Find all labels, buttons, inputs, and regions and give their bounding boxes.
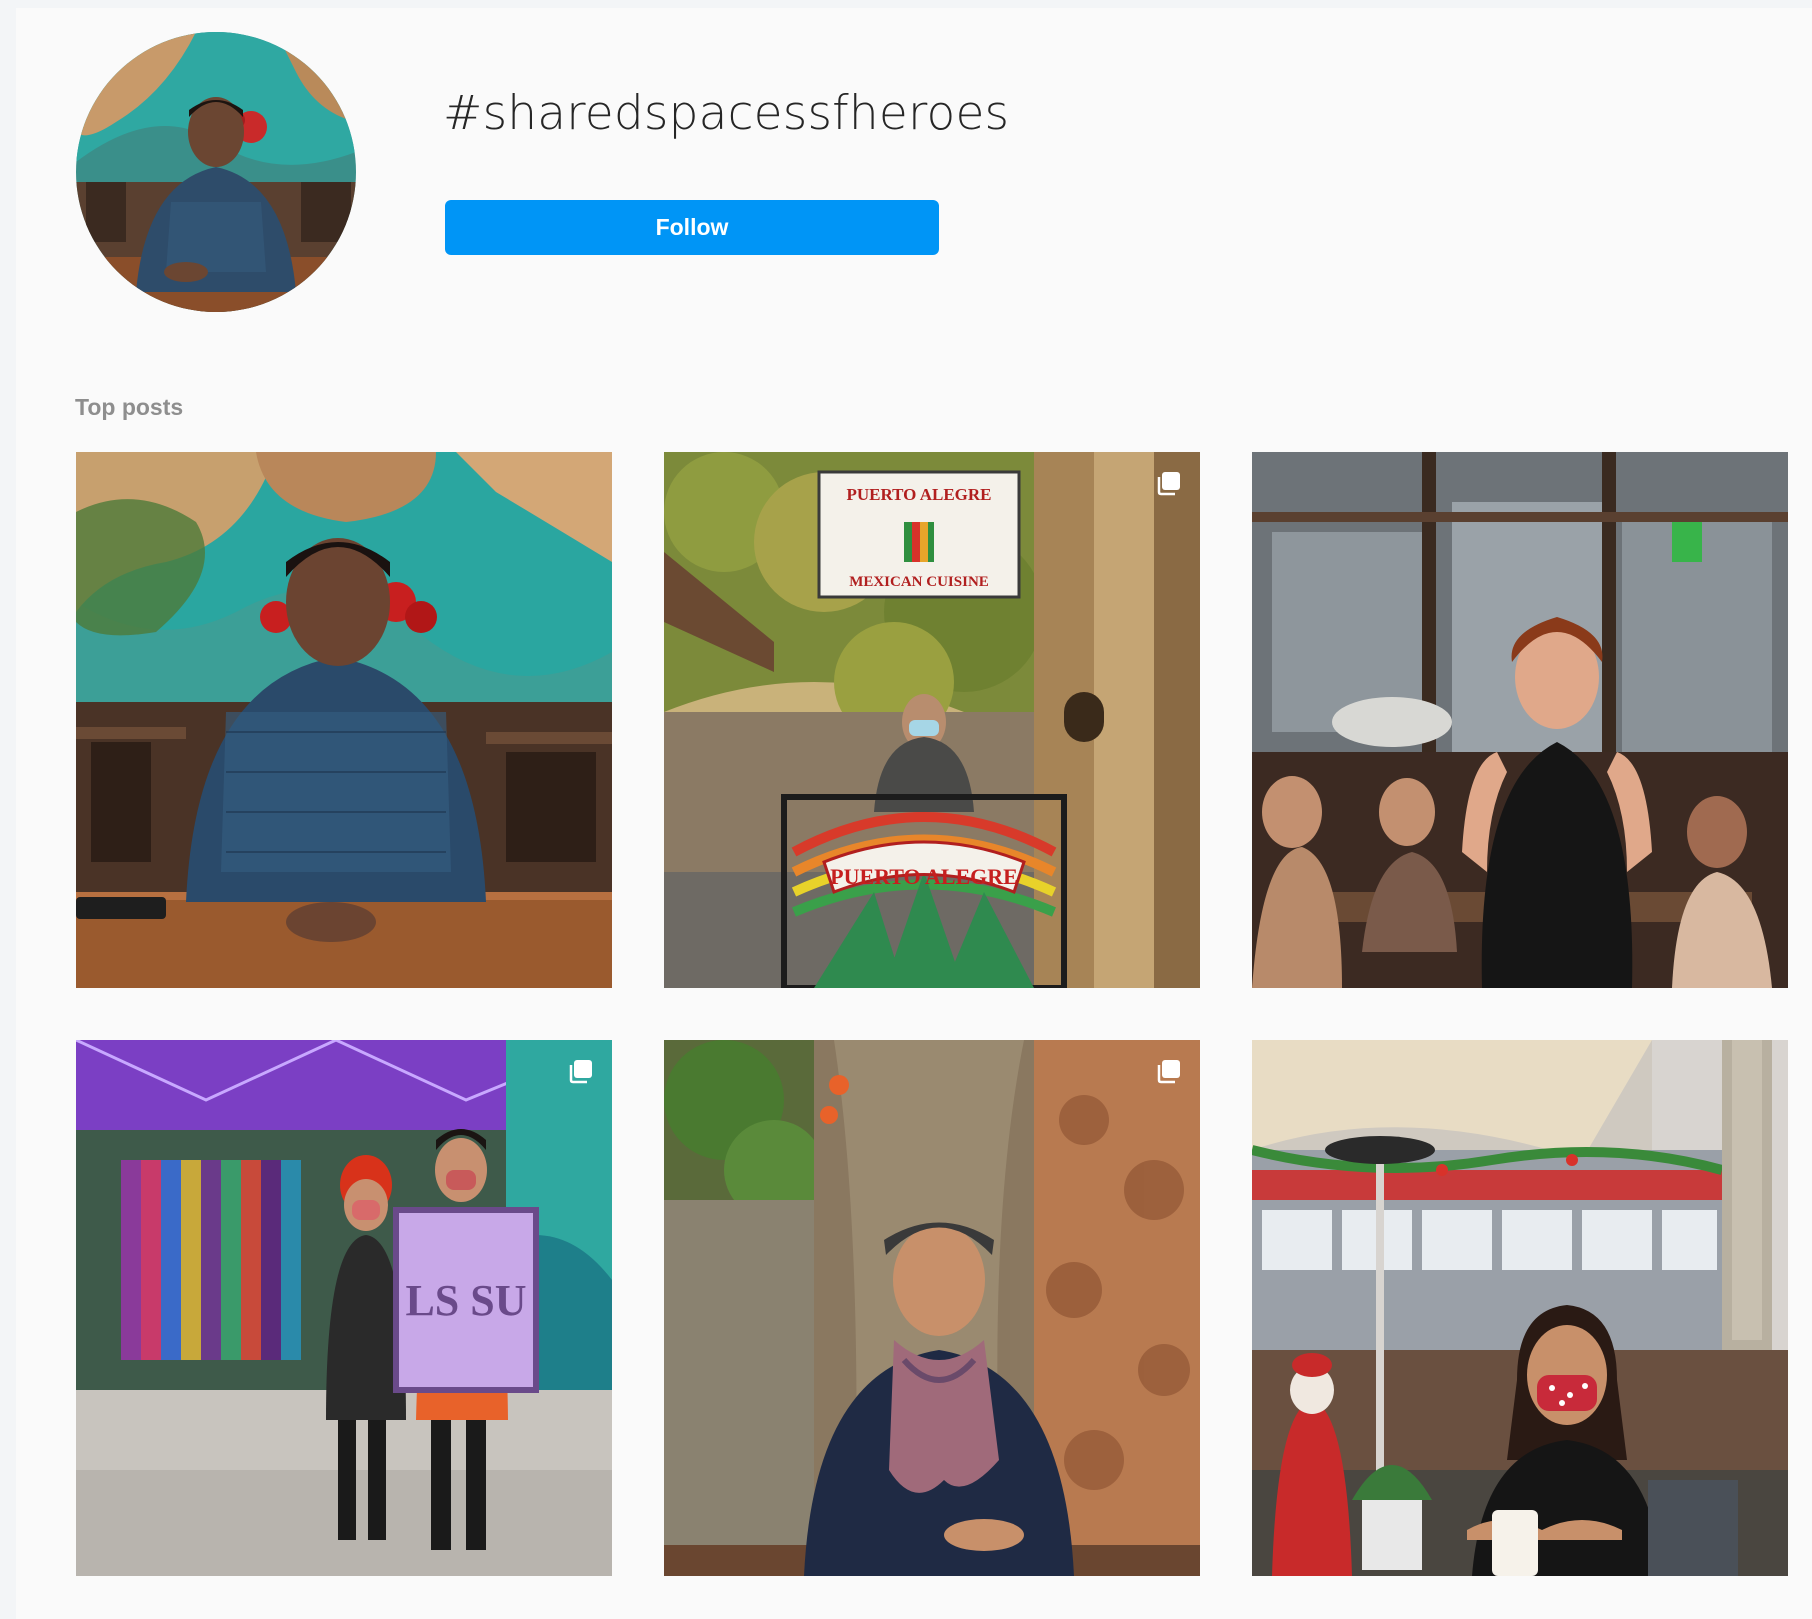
post-image-woman-restaurant <box>1252 452 1788 988</box>
gate-sign: PUERTO ALEGRE <box>830 864 1018 889</box>
restaurant-sign-top: PUERTO ALEGRE <box>846 485 991 504</box>
post-image-woman-parklet <box>1252 1040 1788 1576</box>
post-tile-5[interactable] <box>664 1040 1200 1576</box>
post-tile-1[interactable] <box>76 452 612 988</box>
post-tile-4[interactable]: LS SU <box>76 1040 612 1576</box>
hashtag-page: #sharedspacessfheroes Follow Top posts P… <box>16 8 1812 1619</box>
post-tile-6[interactable] <box>1252 1040 1788 1576</box>
multiple-photos-icon <box>568 1058 594 1084</box>
post-image-puerto-alegre: PUERTO ALEGRE MEXICAN CUISINE PUERTO ALE… <box>664 452 1200 988</box>
post-tile-2[interactable]: PUERTO ALEGRE MEXICAN CUISINE PUERTO ALE… <box>664 452 1200 988</box>
hashtag-title: #sharedspacessfheroes <box>443 86 1010 141</box>
follow-button[interactable]: Follow <box>445 200 939 255</box>
avatar-image <box>76 32 356 312</box>
post-image-clothing-stall: LS SU <box>76 1040 612 1576</box>
top-posts-label: Top posts <box>75 394 184 420</box>
post-image-man-restaurant <box>76 452 612 988</box>
post-tile-3[interactable] <box>1252 452 1788 988</box>
post-image-man-scarf <box>664 1040 1200 1576</box>
hashtag-avatar[interactable] <box>76 32 356 312</box>
multiple-photos-icon <box>1156 1058 1182 1084</box>
shop-sign: LS SU <box>405 1276 526 1325</box>
restaurant-sign-bottom: MEXICAN CUISINE <box>849 574 989 590</box>
multiple-photos-icon <box>1156 470 1182 496</box>
